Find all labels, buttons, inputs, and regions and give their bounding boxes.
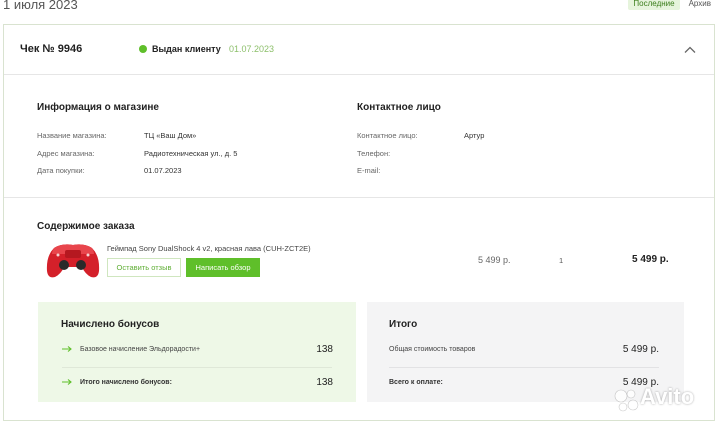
store-info-title: Информация о магазине bbox=[37, 102, 159, 113]
phone-label: Телефон: bbox=[357, 149, 391, 158]
purchase-date-label: Дата покупки: bbox=[37, 166, 85, 175]
receipt-header[interactable]: Чек № 9946 Выдан клиенту 01.07.2023 bbox=[4, 25, 714, 75]
store-name-label: Название магазина: bbox=[37, 131, 107, 140]
contact-person-value: Артур bbox=[464, 131, 485, 140]
leave-review-button[interactable]: Оставить отзыв bbox=[107, 258, 181, 277]
purchase-date-value: 01.07.2023 bbox=[144, 166, 182, 175]
bonus-base-value: 138 bbox=[316, 344, 333, 355]
store-address-label: Адрес магазина: bbox=[37, 149, 95, 158]
bonus-arrow-icon bbox=[62, 379, 72, 385]
write-review-button[interactable]: Написать обзор bbox=[186, 258, 260, 277]
receipt-number: Чек № 9946 bbox=[20, 43, 83, 55]
avito-watermark-text: Avito bbox=[640, 384, 695, 409]
totals-title: Итого bbox=[389, 319, 418, 330]
receipt-card: Чек № 9946 Выдан клиенту 01.07.2023 Инфо… bbox=[3, 24, 715, 421]
gamepad-product-image[interactable] bbox=[44, 238, 102, 282]
store-name-value: ТЦ «Ваш Дом» bbox=[144, 131, 197, 140]
bonus-title: Начислено бонусов bbox=[61, 319, 160, 330]
email-label: E-mail: bbox=[357, 166, 381, 175]
bonus-base-label: Базовое начисление Эльдорадости+ bbox=[80, 346, 201, 353]
product-name[interactable]: Геймпад Sony DualShock 4 v2, красная лав… bbox=[107, 244, 311, 253]
bonus-row-divider bbox=[62, 367, 332, 368]
bonus-panel: Начислено бонусов Базовое начисление Эль… bbox=[38, 302, 356, 402]
section-divider bbox=[4, 197, 714, 198]
item-total: 5 499 р. bbox=[632, 254, 669, 265]
bonus-arrow-icon bbox=[62, 346, 72, 352]
status-dot-icon bbox=[139, 45, 147, 53]
bonus-total-value: 138 bbox=[316, 377, 333, 388]
totals-row-divider bbox=[389, 367, 659, 368]
status-text: Выдан клиенту bbox=[152, 44, 221, 54]
page-date-title: 1 июля 2023 bbox=[3, 0, 78, 12]
tab-recent[interactable]: Последние bbox=[628, 0, 680, 10]
amount-due-label: Всего к оплате: bbox=[389, 379, 443, 386]
chevron-up-icon[interactable] bbox=[682, 42, 698, 58]
history-tabs: Последние Архив bbox=[628, 0, 716, 10]
item-price: 5 499 р. bbox=[478, 255, 511, 265]
order-contents-title: Содержимое заказа bbox=[37, 221, 135, 232]
store-address-value: Радиотехническая ул., д. 5 bbox=[144, 149, 238, 158]
item-quantity: 1 bbox=[559, 256, 564, 265]
contact-info-title: Контактное лицо bbox=[357, 102, 441, 113]
status-date: 01.07.2023 bbox=[229, 44, 275, 54]
tab-archive[interactable]: Архив bbox=[684, 0, 716, 10]
bonus-total-label: Итого начислено бонусов: bbox=[80, 379, 172, 386]
goods-cost-label: Общая стоимость товаров bbox=[389, 346, 476, 353]
contact-person-label: Контактное лицо: bbox=[357, 131, 418, 140]
goods-cost-value: 5 499 р. bbox=[622, 344, 659, 355]
